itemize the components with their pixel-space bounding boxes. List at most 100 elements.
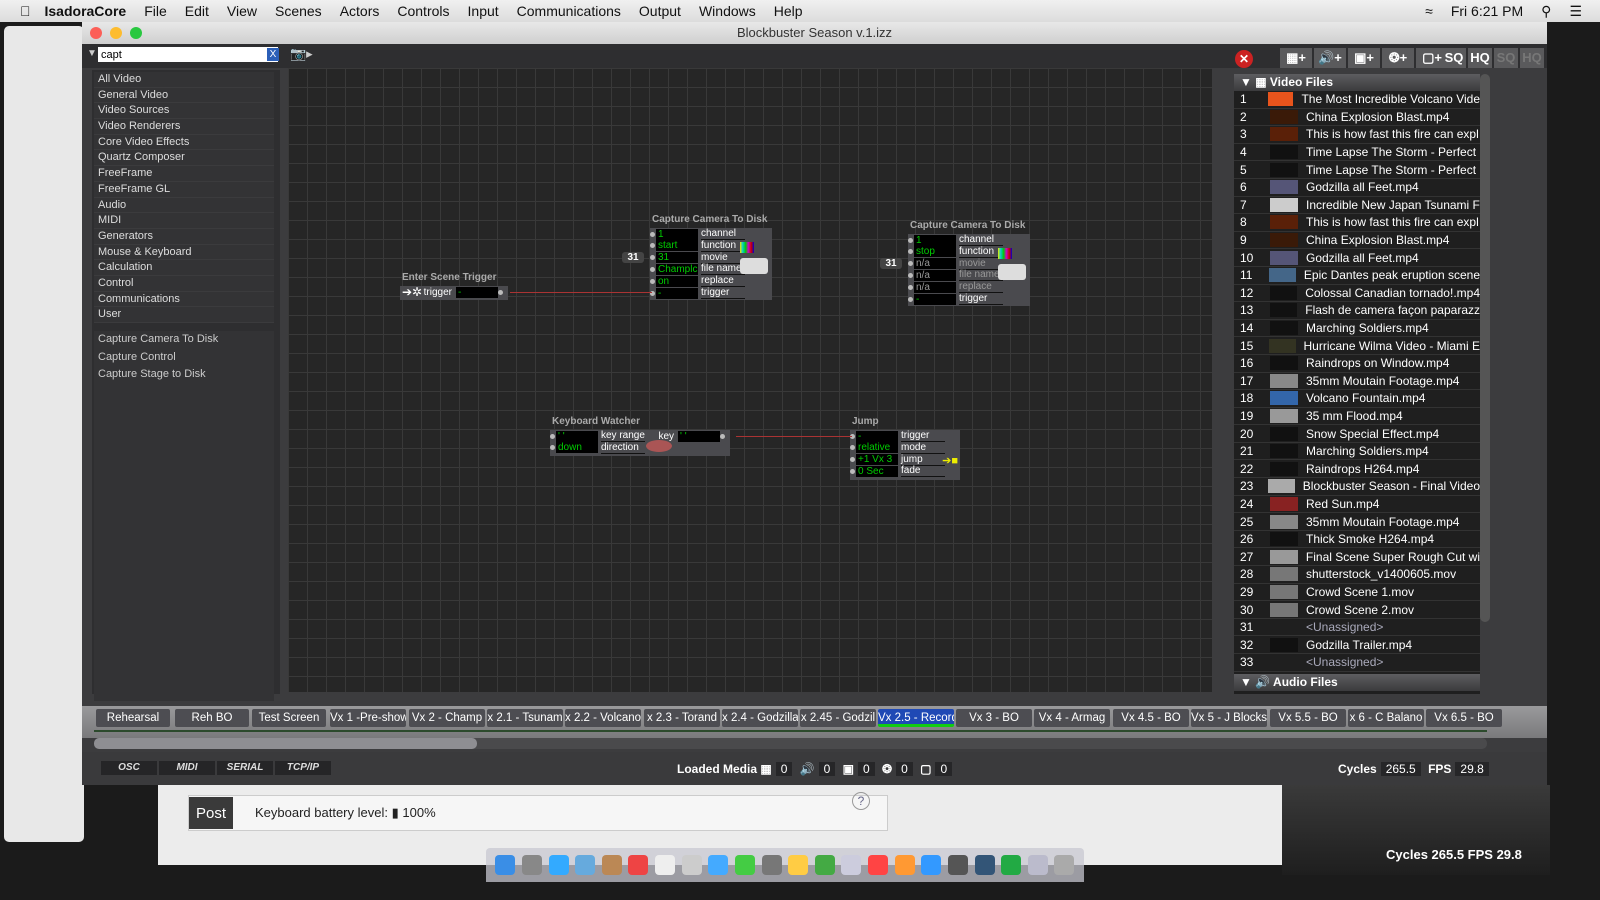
menu-windows[interactable]: Windows — [699, 3, 756, 19]
category-item[interactable]: Control — [94, 275, 274, 292]
port-value[interactable]: Champlc — [656, 263, 698, 275]
menu-controls[interactable]: Controls — [397, 3, 449, 19]
port-value[interactable]: - — [914, 293, 956, 305]
scene-tab[interactable]: x 2.1 - Tsunam — [487, 709, 563, 727]
port-value[interactable]: start — [656, 240, 698, 252]
menu-communications[interactable]: Communications — [517, 3, 621, 19]
actor-node[interactable]: Capture Camera To Disk 1 channel start funct… — [622, 214, 772, 300]
disclosure-triangle-icon[interactable]: ▼ — [87, 48, 97, 59]
port-dot[interactable] — [908, 284, 913, 290]
add-media-button[interactable]: ❂+ — [1382, 48, 1414, 68]
scene-scrollbar[interactable] — [94, 738, 1487, 749]
actor-result[interactable]: Capture Control — [94, 349, 274, 367]
port-dot[interactable] — [908, 272, 913, 278]
actor-node[interactable]: Capture Camera To Disk 1 channel stop functi… — [880, 220, 1030, 306]
port-value[interactable]: down — [556, 442, 598, 454]
category-item[interactable]: FreeFrame GL — [94, 181, 274, 198]
media-row[interactable]: 30 Crowd Scene 2.mov — [1234, 601, 1480, 619]
port-dot[interactable] — [650, 278, 655, 284]
dock-app-icon[interactable] — [734, 855, 755, 875]
scene-tab[interactable]: Vx 5 - J Blocks — [1191, 709, 1267, 727]
media-row[interactable]: 16 Raindrops on Window.mp4 — [1234, 355, 1480, 373]
category-item[interactable]: General Video — [94, 87, 274, 104]
port-value[interactable]: 1 — [656, 228, 698, 240]
input-port[interactable]: down direction — [550, 442, 645, 454]
scene-tab[interactable]: Rehearsal — [96, 709, 170, 727]
dock-app-icon[interactable] — [921, 855, 942, 875]
media-row[interactable]: 6 Godzilla all Feet.mp4 — [1234, 179, 1480, 197]
port-value[interactable]: ' ' — [556, 430, 598, 442]
port-value[interactable]: - — [856, 430, 898, 442]
port-value[interactable]: +1 Vx 3 — [856, 454, 898, 466]
port-value[interactable]: - — [456, 286, 498, 298]
protocol-tcpip[interactable]: TCP/IP — [275, 761, 331, 775]
port-dot[interactable] — [908, 296, 913, 302]
media-row[interactable]: 13 Flash de camera façon paparazz — [1234, 302, 1480, 320]
menu-scenes[interactable]: Scenes — [275, 3, 322, 19]
dock-app-icon[interactable] — [788, 855, 809, 875]
dock-app-icon[interactable] — [548, 855, 569, 875]
port-dot[interactable] — [720, 433, 725, 439]
input-port[interactable]: start function — [650, 240, 745, 252]
media-row[interactable]: 15 Hurricane Wilma Video - Miami E — [1234, 337, 1480, 355]
protocol-midi[interactable]: MIDI — [159, 761, 215, 775]
category-item[interactable]: Calculation — [94, 260, 274, 276]
media-row[interactable]: 29 Crowd Scene 1.mov — [1234, 584, 1480, 602]
post-button[interactable]: Post — [189, 797, 233, 829]
scene-tab[interactable]: Test Screen — [252, 709, 326, 727]
scene-tab[interactable]: x 2.4 - Godzilla — [722, 709, 798, 727]
category-item[interactable]: Audio — [94, 197, 274, 214]
port-value[interactable]: ' ' — [678, 430, 720, 442]
category-item[interactable]: Mouse & Keyboard — [94, 244, 274, 261]
dock-app-icon[interactable] — [495, 855, 516, 875]
media-row[interactable]: 2 China Explosion Blast.mp4 — [1234, 109, 1480, 127]
port-dot[interactable] — [550, 433, 555, 439]
input-port[interactable]: n/a replace — [908, 281, 1003, 294]
dock-app-icon[interactable] — [974, 855, 995, 875]
scene-tab[interactable]: Vx 3 - BO — [956, 709, 1032, 727]
menu-file[interactable]: File — [144, 3, 167, 19]
category-item[interactable]: Quartz Composer — [94, 150, 274, 167]
input-port[interactable]: relative mode — [850, 442, 945, 454]
clear-search-button[interactable]: X — [267, 48, 279, 61]
scene-tab[interactable]: x 2.2 - Volcano — [565, 709, 641, 727]
media-row[interactable]: 19 35 mm Flood.mp4 — [1234, 408, 1480, 426]
input-port[interactable]: 31 movie — [650, 252, 745, 264]
port-value[interactable]: 1 — [914, 234, 956, 246]
input-port[interactable]: 1 channel — [650, 228, 745, 240]
port-dot[interactable] — [908, 261, 913, 267]
media-row[interactable]: 27 Final Scene Super Rough Cut wi — [1234, 548, 1480, 567]
port-value[interactable]: relative — [856, 442, 898, 454]
media-row[interactable]: 5 Time Lapse The Storm - Perfect — [1234, 161, 1480, 179]
category-item[interactable]: All Video — [94, 72, 274, 88]
port-dot[interactable] — [650, 255, 655, 261]
port-dot[interactable] — [650, 231, 655, 237]
scene-tab[interactable]: Vx 2.5 - Record — [878, 709, 954, 727]
scene-tab[interactable]: Vx 4 - Armag — [1034, 709, 1110, 727]
audio-files-header[interactable]: ▼ 🔊 Audio Files — [1234, 673, 1480, 691]
dock-app-icon[interactable] — [655, 855, 676, 875]
media-row[interactable]: 8 This is how fast this fire can expl — [1234, 214, 1480, 232]
media-bin-scrollbar[interactable] — [1480, 74, 1490, 622]
dock-app-icon[interactable] — [681, 855, 702, 875]
camera-icon[interactable]: 📷▸ — [290, 46, 313, 62]
media-row[interactable]: 9 China Explosion Blast.mp4 — [1234, 232, 1480, 250]
scene-tab[interactable]: Vx 1 -Pre-show — [330, 709, 406, 727]
protocol-osc[interactable]: OSC — [101, 761, 157, 775]
dock-app-icon[interactable] — [1054, 855, 1075, 875]
port-dot[interactable] — [850, 445, 855, 451]
input-port[interactable]: 1 channel — [908, 234, 1003, 246]
dock-app-icon[interactable] — [841, 855, 862, 875]
input-port[interactable]: stop function — [908, 246, 1003, 258]
spotlight-icon[interactable]: ⚲ — [1541, 3, 1551, 20]
menu-edit[interactable]: Edit — [185, 3, 209, 19]
menu-input[interactable]: Input — [468, 3, 499, 19]
scene-tab[interactable]: x 2.3 - Torand — [644, 709, 720, 727]
dock-app-icon[interactable] — [1001, 855, 1022, 875]
media-row[interactable]: 1 The Most Incredible Volcano Vide — [1234, 91, 1480, 109]
zoom-button[interactable] — [130, 27, 142, 39]
dock-app-icon[interactable] — [947, 855, 968, 875]
clock[interactable]: Fri 6:21 PM — [1451, 3, 1523, 19]
media-row[interactable]: 32 Godzilla Trailer.mp4 — [1234, 636, 1480, 654]
dock-app-icon[interactable] — [894, 855, 915, 875]
